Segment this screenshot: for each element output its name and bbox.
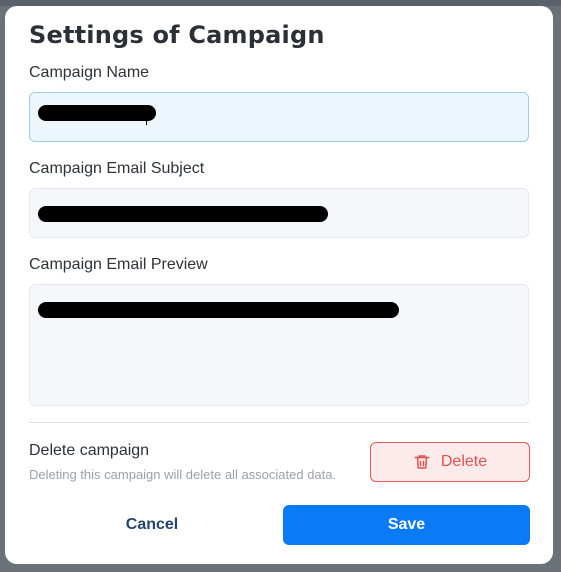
redacted-value (38, 105, 156, 121)
campaign-email-preview-textarea[interactable] (29, 284, 529, 406)
cancel-button[interactable]: Cancel (29, 505, 275, 545)
delete-button[interactable]: Delete (370, 442, 530, 482)
campaign-email-preview-label: Campaign Email Preview (29, 256, 208, 273)
trash-icon (413, 453, 431, 471)
campaign-email-subject-input[interactable] (29, 188, 529, 238)
save-button[interactable]: Save (283, 505, 530, 545)
settings-dialog: Settings of Campaign Campaign Name Campa… (5, 6, 553, 564)
delete-campaign-description: Deleting this campaign will delete all a… (29, 467, 337, 482)
campaign-name-input[interactable] (29, 92, 529, 142)
delete-button-label: Delete (440, 453, 488, 470)
text-caret (146, 115, 147, 125)
campaign-name-label: Campaign Name (29, 64, 150, 81)
redacted-value (38, 206, 328, 222)
delete-campaign-title: Delete campaign (29, 442, 150, 459)
campaign-email-subject-label: Campaign Email Subject (29, 160, 205, 177)
redacted-value (38, 302, 399, 318)
section-divider (29, 422, 529, 423)
dialog-title: Settings of Campaign (29, 21, 325, 49)
